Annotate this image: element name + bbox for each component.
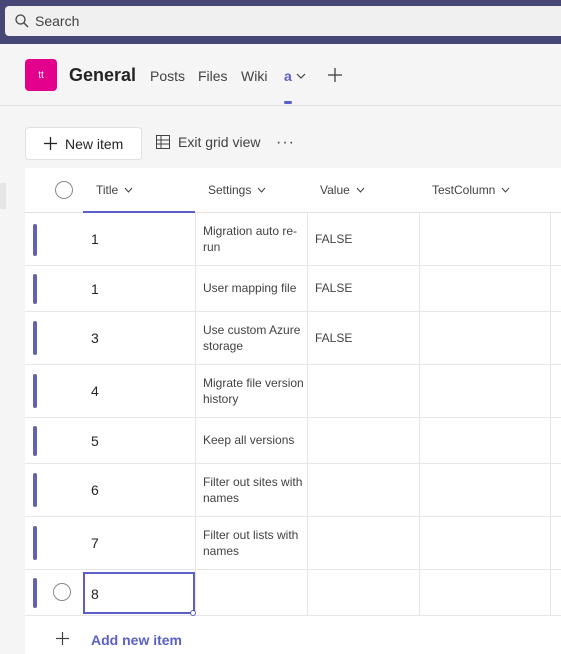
select-all-checkbox[interactable] xyxy=(55,181,73,199)
column-settings-label: Settings xyxy=(208,183,252,197)
tab-a[interactable]: a xyxy=(284,68,292,84)
active-tab-indicator xyxy=(284,101,292,104)
list-grid: Title Settings Value TestColumn 1 Migrat… xyxy=(25,168,561,654)
cell-value[interactable]: FALSE xyxy=(315,331,352,345)
table-row[interactable]: 1 User mapping file FALSE xyxy=(25,266,561,312)
cell-title[interactable]: 4 xyxy=(91,383,99,399)
new-item-button[interactable]: New item xyxy=(25,127,142,160)
list-toolbar: New item Exit grid view ··· xyxy=(0,106,561,168)
plus-icon xyxy=(44,137,57,150)
chevron-down-icon xyxy=(501,187,510,193)
cell-title[interactable]: 7 xyxy=(91,535,99,551)
edit-field-value: 8 xyxy=(91,586,99,602)
cell-settings[interactable]: Migration auto re-run xyxy=(203,223,309,255)
tab-wiki[interactable]: Wiki xyxy=(241,68,267,84)
table-row[interactable]: 1 Migration auto re-run FALSE xyxy=(25,213,561,266)
tab-files[interactable]: Files xyxy=(198,68,228,84)
add-new-item-row[interactable]: Add new item xyxy=(25,624,561,654)
channel-header: tt General Posts Files Wiki a xyxy=(0,44,561,106)
table-row[interactable]: 6 Filter out sites with names xyxy=(25,464,561,517)
row-indicator xyxy=(33,274,37,304)
cell-settings[interactable]: Keep all versions xyxy=(203,432,309,448)
chevron-down-icon[interactable] xyxy=(296,72,306,80)
title-edit-field[interactable]: 8 xyxy=(83,572,195,614)
row-indicator xyxy=(33,526,37,560)
row-indicator xyxy=(33,321,37,355)
chevron-down-icon xyxy=(257,187,266,193)
column-header-settings[interactable]: Settings xyxy=(208,183,266,197)
more-options-icon[interactable]: ··· xyxy=(276,134,295,152)
cell-settings[interactable]: Use custom Azure storage xyxy=(203,322,309,354)
column-title-label: Title xyxy=(96,183,119,197)
cell-settings[interactable]: Filter out lists with names xyxy=(203,527,309,559)
chevron-down-icon xyxy=(356,187,365,193)
tab-posts[interactable]: Posts xyxy=(150,68,185,84)
chevron-down-icon xyxy=(124,187,133,193)
exit-grid-view-label: Exit grid view xyxy=(178,134,261,150)
column-value-label: Value xyxy=(320,183,350,197)
new-item-label: New item xyxy=(65,135,124,152)
cell-value[interactable]: FALSE xyxy=(315,232,352,246)
team-avatar[interactable]: tt xyxy=(25,59,57,91)
search-icon xyxy=(15,14,29,28)
left-pane-edge xyxy=(0,183,6,209)
cell-title[interactable]: 1 xyxy=(91,281,99,297)
cell-value[interactable]: FALSE xyxy=(315,281,352,295)
row-indicator xyxy=(33,374,37,408)
table-row[interactable]: 7 Filter out lists with names xyxy=(25,517,561,570)
search-input[interactable]: Search xyxy=(5,6,561,36)
column-header-value[interactable]: Value xyxy=(320,183,365,197)
column-testcolumn-label: TestColumn xyxy=(432,183,496,197)
row-indicator xyxy=(33,578,37,608)
cell-title[interactable]: 6 xyxy=(91,482,99,498)
cell-settings[interactable]: User mapping file xyxy=(203,280,309,296)
add-tab-icon[interactable] xyxy=(328,68,342,82)
fill-handle[interactable] xyxy=(190,610,196,616)
column-header-title[interactable]: Title xyxy=(96,183,133,197)
cell-settings[interactable]: Filter out sites with names xyxy=(203,474,309,506)
row-select-checkbox[interactable] xyxy=(53,583,71,601)
cell-title[interactable]: 3 xyxy=(91,330,99,346)
cell-title[interactable]: 1 xyxy=(91,231,99,247)
row-indicator xyxy=(33,426,37,456)
search-placeholder: Search xyxy=(35,13,80,29)
row-indicator xyxy=(33,473,37,507)
cell-title[interactable]: 5 xyxy=(91,433,99,449)
top-bar: Search xyxy=(0,0,561,44)
cell-settings[interactable]: Migrate file version history xyxy=(203,375,309,407)
table-icon xyxy=(156,135,170,149)
channel-title: General xyxy=(69,65,137,85)
table-row[interactable]: 4 Migrate file version history xyxy=(25,365,561,418)
exit-grid-view-button[interactable]: Exit grid view xyxy=(156,134,260,150)
row-indicator xyxy=(33,224,37,256)
plus-icon xyxy=(56,632,69,645)
column-header-testcolumn[interactable]: TestColumn xyxy=(432,183,510,197)
add-new-item-label[interactable]: Add new item xyxy=(91,632,182,648)
table-row[interactable]: 5 Keep all versions xyxy=(25,418,561,464)
table-row[interactable]: 3 Use custom Azure storage FALSE xyxy=(25,312,561,365)
grid-header: Title Settings Value TestColumn xyxy=(25,168,561,213)
